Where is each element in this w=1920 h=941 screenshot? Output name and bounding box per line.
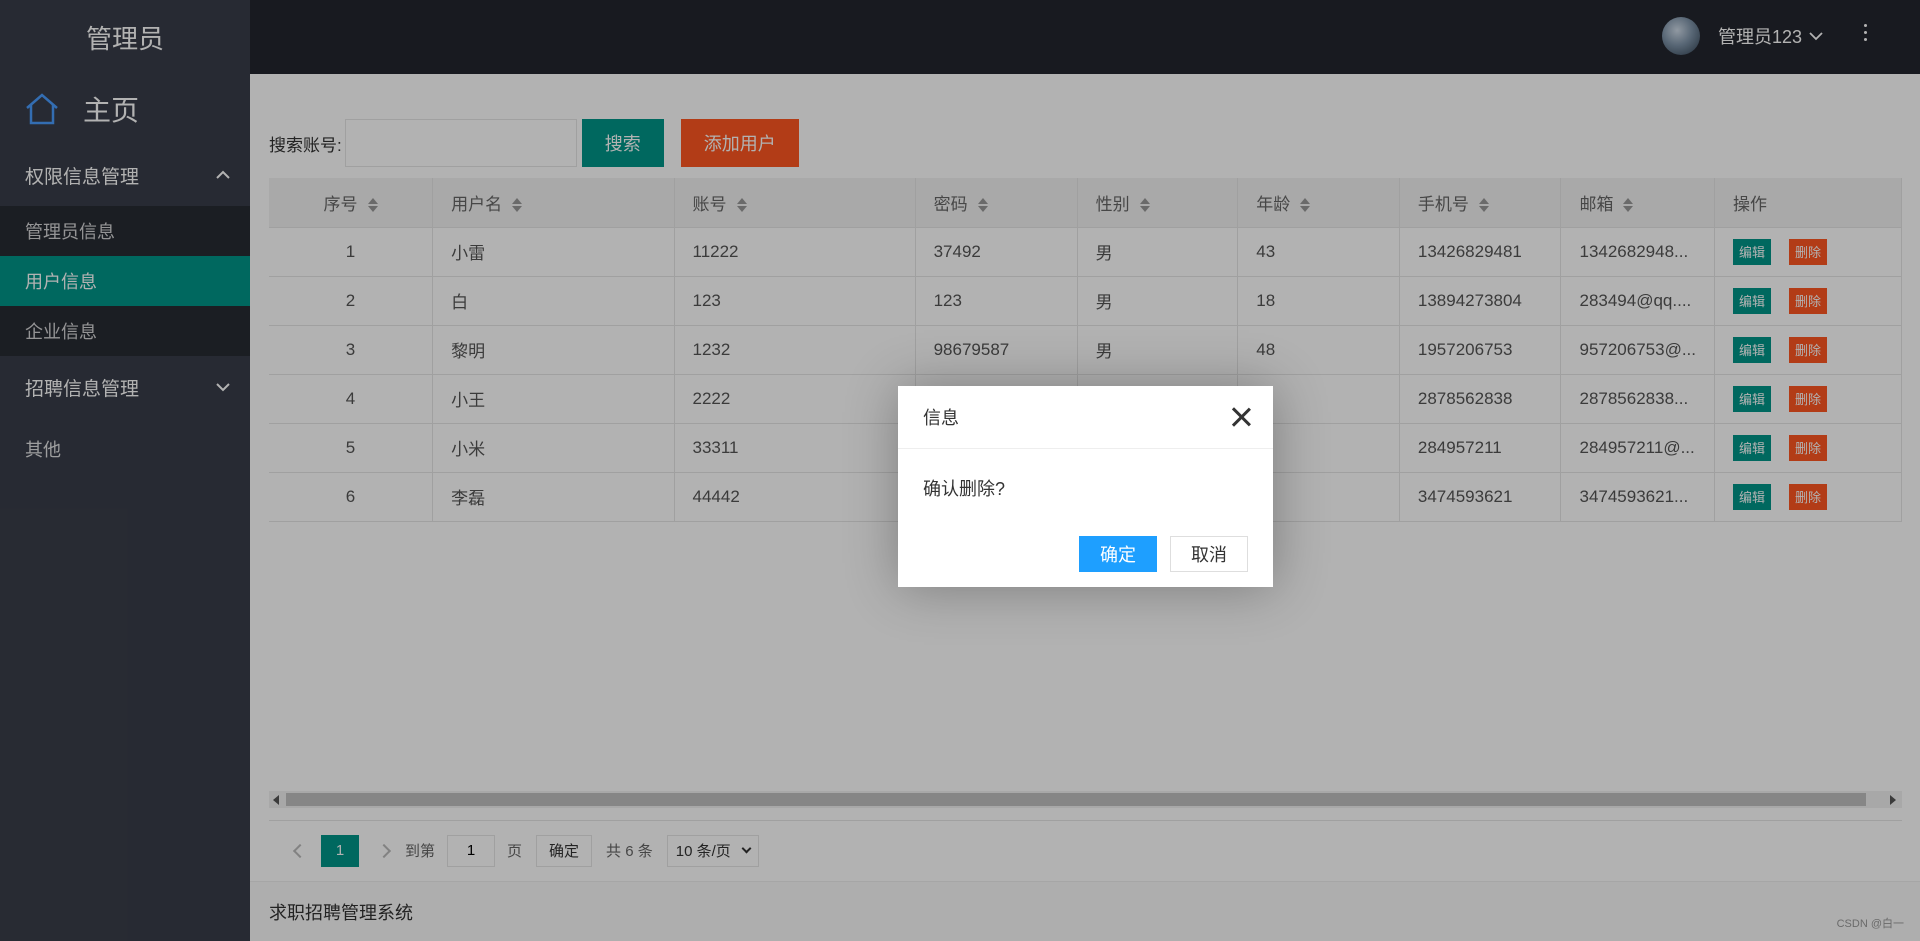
confirm-button[interactable]: 确定 (1079, 536, 1157, 572)
close-icon[interactable] (1231, 407, 1251, 427)
dialog-title: 信息 (898, 386, 1273, 449)
cancel-button[interactable]: 取消 (1170, 536, 1248, 572)
dialog-message: 确认删除? (923, 479, 1006, 499)
dialog-buttons: 确定 取消 (1079, 536, 1248, 572)
confirm-dialog: 信息 确认删除? 确定 取消 (898, 386, 1273, 587)
